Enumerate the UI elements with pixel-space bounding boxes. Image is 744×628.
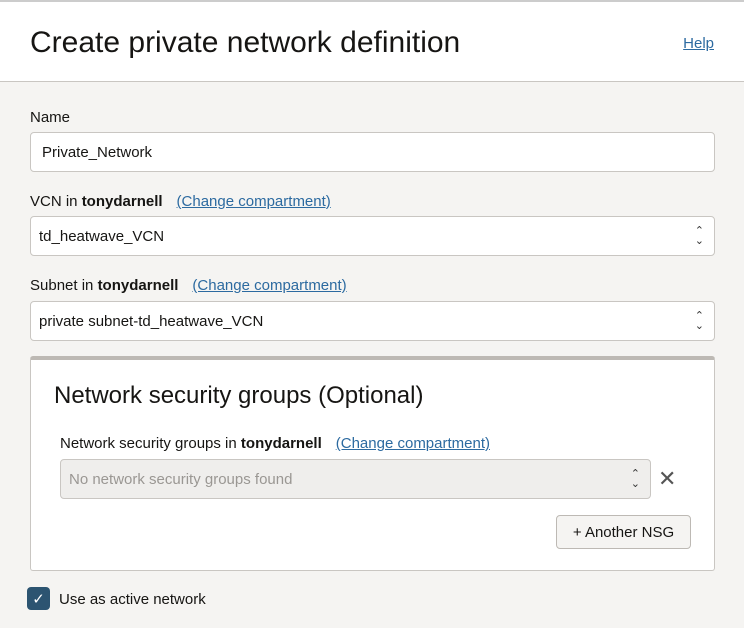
subnet-change-compartment-link[interactable]: (Change compartment): [192, 277, 346, 294]
page-title: Create private network definition: [30, 26, 461, 59]
active-network-label: Use as active network: [59, 591, 206, 608]
name-label: Name: [30, 109, 71, 126]
name-input[interactable]: Private_Network: [30, 132, 715, 172]
header: Create private network definition Help: [0, 0, 744, 82]
subnet-value: private subnet-td_heatwave_VCN: [39, 312, 264, 330]
nsg-compartment: tonydarnell: [240, 435, 322, 452]
nsg-placeholder: No network security groups found: [69, 470, 293, 488]
vcn-select[interactable]: td_heatwave_VCN ⌃ ⌄: [30, 216, 715, 256]
nsg-title: Network security groups (Optional): [54, 382, 424, 409]
active-network-checkbox[interactable]: ✓: [27, 587, 50, 610]
nsg-panel: Network security groups (Optional) Netwo…: [30, 356, 715, 571]
vcn-compartment: tonydarnell: [81, 193, 163, 210]
nsg-label: Network security groups in tonydarnell (C…: [60, 435, 490, 452]
checkmark-icon: ✓: [32, 590, 45, 608]
subnet-select[interactable]: private subnet-td_heatwave_VCN ⌃ ⌄: [30, 301, 715, 341]
chevron-up-down-icon: ⌃ ⌄: [694, 310, 704, 332]
help-link[interactable]: Help: [683, 35, 714, 52]
chevron-up-down-icon: ⌃ ⌄: [694, 225, 704, 247]
vcn-value: td_heatwave_VCN: [39, 227, 165, 245]
remove-nsg-close-icon[interactable]: ✕: [658, 466, 676, 492]
vcn-label-prefix: VCN in: [30, 193, 78, 210]
subnet-label: Subnet in tonydarnell (Change compartment…: [30, 277, 347, 294]
subnet-compartment: tonydarnell: [97, 277, 179, 294]
add-another-nsg-button[interactable]: + Another NSG: [556, 515, 691, 549]
nsg-change-compartment-link[interactable]: (Change compartment): [336, 435, 490, 452]
subnet-label-prefix: Subnet in: [30, 277, 94, 294]
vcn-change-compartment-link[interactable]: (Change compartment): [177, 193, 331, 210]
chevron-up-down-icon: ⌃ ⌄: [630, 468, 640, 490]
vcn-label: VCN in tonydarnell (Change compartment): [30, 193, 331, 210]
nsg-label-prefix: Network security groups in: [60, 435, 237, 452]
nsg-select[interactable]: No network security groups found ⌃ ⌄: [60, 459, 651, 499]
